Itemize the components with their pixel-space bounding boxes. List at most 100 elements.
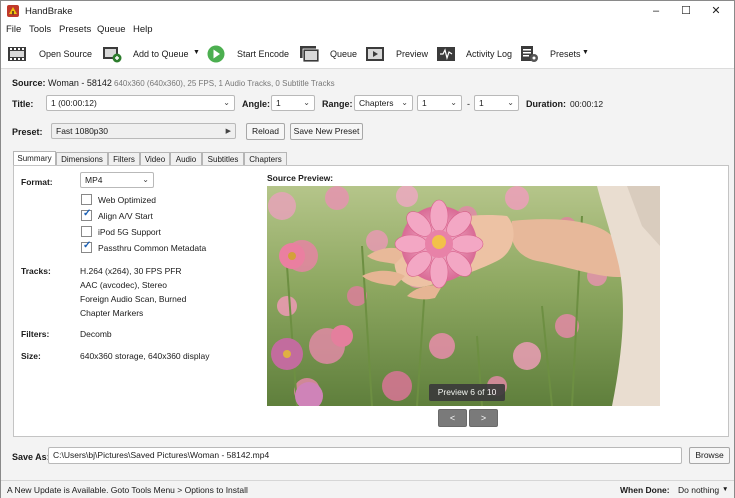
title-value: 1 (00:00:12) bbox=[51, 98, 97, 108]
when-done-dropdown[interactable]: Do nothing bbox=[678, 485, 719, 495]
open-source-icon[interactable] bbox=[7, 45, 27, 63]
presets-icon[interactable] bbox=[519, 45, 539, 63]
open-source-button[interactable]: Open Source bbox=[39, 49, 92, 59]
handbrake-window: HandBrake – ☐ ✕ File Tools Presets Queue… bbox=[0, 0, 735, 498]
handbrake-app-icon bbox=[7, 5, 19, 17]
filters-label: Filters: bbox=[21, 329, 50, 339]
chevron-down-icon[interactable]: ▼ bbox=[722, 486, 728, 493]
chevron-down-icon: ⌄ bbox=[142, 175, 149, 184]
when-done-label: When Done: bbox=[620, 485, 670, 495]
add-to-queue-button[interactable]: Add to Queue bbox=[133, 49, 189, 59]
source-name: Woman - 58142 bbox=[48, 78, 112, 88]
size-label: Size: bbox=[21, 351, 41, 361]
browse-button[interactable]: Browse bbox=[689, 447, 730, 464]
size-value: 640x360 storage, 640x360 display bbox=[80, 351, 210, 361]
track-audio: AAC (avcodec), Stereo bbox=[80, 280, 167, 290]
preview-button[interactable]: Preview bbox=[396, 49, 428, 59]
tab-summary[interactable]: Summary bbox=[13, 151, 56, 166]
tracks-label: Tracks: bbox=[21, 266, 51, 276]
track-chapters: Chapter Markers bbox=[80, 308, 144, 318]
minimize-button[interactable]: – bbox=[643, 3, 669, 19]
save-as-path-input[interactable]: C:\Users\bj\Pictures\Saved Pictures\Woma… bbox=[48, 447, 682, 464]
align-av-start-label: Align A/V Start bbox=[98, 211, 153, 221]
chevron-down-icon: ⌄ bbox=[450, 98, 457, 107]
chevron-down-icon: ⌄ bbox=[507, 98, 514, 107]
format-value: MP4 bbox=[85, 175, 103, 185]
format-label: Format: bbox=[21, 177, 53, 187]
tab-dimensions[interactable]: Dimensions bbox=[56, 152, 108, 166]
preview-next-button[interactable]: > bbox=[469, 409, 498, 427]
track-video: H.264 (x264), 30 FPS PFR bbox=[80, 266, 182, 276]
passthru-metadata-checkbox[interactable]: ✓ bbox=[81, 240, 92, 253]
web-optimized-label: Web Optimized bbox=[98, 195, 156, 205]
preset-label: Preset: bbox=[12, 127, 43, 137]
queue-button[interactable]: Queue bbox=[330, 49, 357, 59]
menu-tools[interactable]: Tools bbox=[29, 24, 51, 35]
presets-dropdown-icon[interactable]: ▼ bbox=[582, 49, 589, 56]
checkmark-icon: ✓ bbox=[83, 240, 92, 251]
chevron-down-icon: ⌄ bbox=[401, 98, 408, 107]
add-to-queue-dropdown-icon[interactable]: ▼ bbox=[193, 49, 200, 56]
angle-dropdown[interactable]: 1 ⌄ bbox=[271, 95, 315, 111]
preview-counter-badge: Preview 6 of 10 bbox=[429, 384, 505, 401]
start-encode-button[interactable]: Start Encode bbox=[237, 49, 289, 59]
align-av-start-checkbox[interactable]: ✓ bbox=[81, 208, 92, 221]
tab-subtitles[interactable]: Subtitles bbox=[202, 152, 244, 166]
range-start-value: 1 bbox=[422, 98, 427, 108]
menu-queue[interactable]: Queue bbox=[97, 24, 126, 35]
maximize-button[interactable]: ☐ bbox=[673, 3, 699, 19]
menu-help[interactable]: Help bbox=[133, 24, 153, 35]
preset-value: Fast 1080p30 bbox=[56, 126, 108, 136]
filters-value: Decomb bbox=[80, 329, 112, 339]
duration-label: Duration: bbox=[526, 99, 566, 109]
save-new-preset-button[interactable]: Save New Preset bbox=[290, 123, 363, 140]
checkmark-icon: ✓ bbox=[83, 208, 92, 219]
reload-button[interactable]: Reload bbox=[246, 123, 285, 140]
activity-log-button[interactable]: Activity Log bbox=[466, 49, 512, 59]
add-to-queue-icon[interactable] bbox=[102, 45, 122, 63]
range-label: Range: bbox=[322, 99, 353, 109]
source-preview-label: Source Preview: bbox=[267, 173, 334, 183]
save-as-path: C:\Users\bj\Pictures\Saved Pictures\Woma… bbox=[53, 450, 270, 460]
queue-icon[interactable] bbox=[299, 45, 319, 63]
start-encode-icon[interactable] bbox=[206, 45, 226, 63]
menu-presets[interactable]: Presets bbox=[59, 24, 91, 35]
chevron-down-icon: ⌄ bbox=[223, 98, 230, 107]
menu-file[interactable]: File bbox=[6, 24, 21, 35]
window-title: HandBrake bbox=[25, 6, 73, 17]
presets-button[interactable]: Presets bbox=[550, 49, 581, 59]
tab-chapters[interactable]: Chapters bbox=[244, 152, 287, 166]
update-message: A New Update is Available. Goto Tools Me… bbox=[7, 485, 248, 495]
close-button[interactable]: ✕ bbox=[703, 3, 729, 19]
tab-video[interactable]: Video bbox=[140, 152, 170, 166]
source-preview-image: Preview 6 of 10 bbox=[267, 186, 660, 406]
angle-label: Angle: bbox=[242, 99, 270, 109]
range-type-dropdown[interactable]: Chapters ⌄ bbox=[354, 95, 413, 111]
passthru-metadata-label: Passthru Common Metadata bbox=[98, 243, 207, 253]
web-optimized-checkbox[interactable] bbox=[81, 194, 92, 205]
range-start-dropdown[interactable]: 1 ⌄ bbox=[417, 95, 462, 111]
chevron-right-icon: ▶ bbox=[225, 128, 231, 135]
preset-selector[interactable]: Fast 1080p30 ▶ bbox=[51, 123, 236, 139]
chevron-down-icon: ⌄ bbox=[303, 98, 310, 107]
preview-prev-button[interactable]: < bbox=[438, 409, 467, 427]
duration-value: 00:00:12 bbox=[570, 99, 604, 109]
tab-filters[interactable]: Filters bbox=[108, 152, 140, 166]
angle-value: 1 bbox=[276, 98, 281, 108]
tab-audio[interactable]: Audio bbox=[170, 152, 202, 166]
range-end-value: 1 bbox=[479, 98, 484, 108]
track-subtitle: Foreign Audio Scan, Burned bbox=[80, 294, 187, 304]
toolbar: Open Source Add to Queue ▼ Start Encode … bbox=[1, 39, 734, 69]
preview-icon[interactable] bbox=[365, 45, 385, 63]
range-type-value: Chapters bbox=[359, 98, 394, 108]
source-label: Source: bbox=[12, 78, 46, 88]
ipod-5g-support-checkbox[interactable] bbox=[81, 226, 92, 237]
format-dropdown[interactable]: MP4 ⌄ bbox=[80, 172, 154, 188]
activity-log-icon[interactable] bbox=[436, 45, 456, 63]
title-dropdown[interactable]: 1 (00:00:12) ⌄ bbox=[46, 95, 235, 111]
zinnia-flower bbox=[394, 199, 484, 289]
range-separator: - bbox=[467, 99, 470, 109]
range-end-dropdown[interactable]: 1 ⌄ bbox=[474, 95, 519, 111]
preview-photo bbox=[267, 186, 660, 406]
title-label: Title: bbox=[12, 99, 34, 109]
